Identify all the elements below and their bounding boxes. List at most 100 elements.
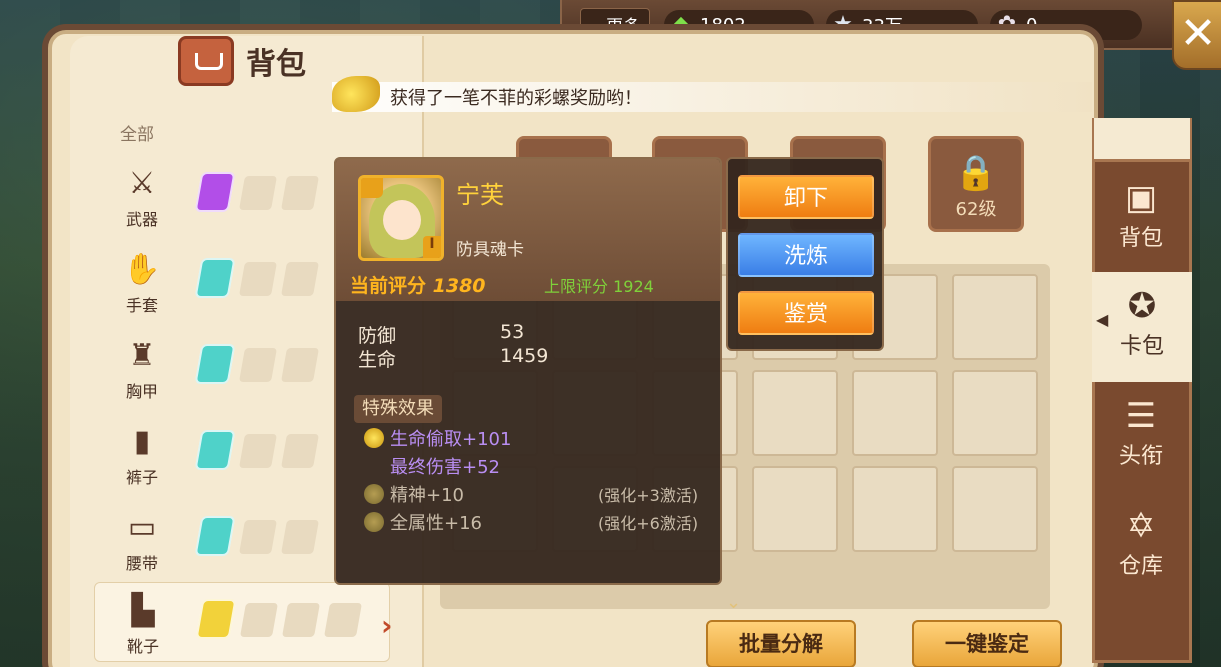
- empty-slot: [281, 262, 319, 296]
- empty-slot: [239, 262, 277, 296]
- bag-icon: [178, 36, 234, 86]
- chevron-down-icon: ⌄: [726, 592, 742, 613]
- card-portrait: I: [358, 175, 444, 261]
- effect-text: 最终伤害+52: [390, 457, 500, 478]
- effect-note: (强化+6激活): [598, 514, 699, 533]
- card-name: 宁芙: [456, 181, 504, 209]
- grid-cell[interactable]: [952, 274, 1038, 360]
- unequip-button[interactable]: 卸下: [738, 175, 874, 219]
- category-label: 胸甲: [125, 382, 158, 401]
- identify-all-button[interactable]: 一键鉴定: [912, 620, 1062, 667]
- special-effect-header: 特殊效果: [354, 395, 442, 423]
- empty-slot: [239, 520, 277, 554]
- stat-value: 1459: [500, 345, 549, 367]
- portrait-face: [383, 200, 421, 240]
- notice-text: 获得了一笔不菲的彩螺奖励哟！: [390, 88, 642, 109]
- current-score-value: 1380: [432, 275, 486, 297]
- empty-slot: [282, 603, 320, 637]
- grid-cell[interactable]: [952, 466, 1038, 552]
- stat-label: 生命: [358, 349, 397, 371]
- tab-title[interactable]: ☰ 头衔: [1094, 382, 1188, 492]
- grid-cell[interactable]: [752, 466, 838, 552]
- empty-slot: [281, 434, 319, 468]
- caret-left-icon: ◀: [1096, 310, 1109, 329]
- side-tab-cap: [1094, 118, 1190, 162]
- horn-icon: [332, 76, 380, 112]
- category-label: 裤子: [125, 468, 158, 487]
- gem-yellow-icon[interactable]: [195, 599, 237, 639]
- category-label: 靴子: [126, 637, 159, 656]
- locked-level: 62级: [955, 199, 997, 220]
- grid-cell[interactable]: [752, 370, 838, 456]
- glove-icon: ✋: [123, 252, 161, 287]
- empty-slot: [281, 520, 319, 554]
- stat-value: 53: [500, 321, 525, 343]
- close-button[interactable]: ✕: [1172, 0, 1221, 70]
- batch-decompose-button[interactable]: 批量分解: [706, 620, 856, 667]
- pants-icon: ▮: [133, 424, 151, 459]
- locked-slot[interactable]: 🔒 62级: [928, 136, 1024, 232]
- effect-text: 精神+10: [390, 485, 464, 506]
- effect-line: 精神+10 (强化+3激活): [364, 481, 724, 507]
- warehouse-star-icon: ✡: [1126, 506, 1156, 546]
- gem-teal-icon[interactable]: [194, 344, 236, 384]
- empty-slot: [281, 348, 319, 382]
- gold-coin-icon: [364, 428, 384, 448]
- bag-icon: ▣: [1124, 178, 1158, 218]
- effect-line: 全属性+16 (强化+6激活): [364, 509, 724, 535]
- category-label: 手套: [125, 296, 158, 315]
- chest-armor-icon: ♜: [128, 338, 156, 373]
- effect-text: 全属性+16: [390, 513, 482, 534]
- refine-button[interactable]: 洗炼: [738, 233, 874, 277]
- action-menu: 卸下 洗炼 鉴赏: [726, 157, 884, 351]
- tab-label: 仓库: [1118, 554, 1163, 579]
- stat-label: 防御: [358, 325, 397, 347]
- sword-icon: ⚔: [128, 166, 156, 201]
- card-type-badge-icon: [361, 178, 383, 198]
- gem-purple-icon[interactable]: [194, 172, 236, 212]
- tab-label: 背包: [1118, 226, 1163, 251]
- title-scroll-icon: ☰: [1125, 396, 1157, 436]
- empty-slot: [281, 176, 319, 210]
- tab-label: 头衔: [1118, 444, 1163, 469]
- card-tooltip: I 宁芙 防具魂卡 当前评分 1380 上限评分 1924 防御 53 生命 1…: [334, 157, 722, 585]
- max-score: 上限评分 1924: [544, 273, 654, 297]
- grid-cell[interactable]: [852, 466, 938, 552]
- card-type: 防具魂卡: [456, 240, 524, 260]
- tab-label: 卡包: [1119, 334, 1164, 359]
- appraise-button[interactable]: 鉴赏: [738, 291, 874, 335]
- gem-teal-icon[interactable]: [194, 430, 236, 470]
- rank-icon: I: [423, 236, 441, 258]
- empty-slot: [239, 348, 277, 382]
- category-label: 武器: [125, 210, 158, 229]
- inactive-coin-icon: [364, 484, 384, 504]
- close-icon: ✕: [1179, 8, 1217, 59]
- effect-spacer: [364, 456, 384, 476]
- gem-teal-icon[interactable]: [194, 516, 236, 556]
- category-all[interactable]: 全部: [120, 120, 154, 145]
- category-label: 腰带: [125, 554, 158, 573]
- current-score-label: 当前评分: [350, 275, 427, 297]
- empty-slot: [239, 176, 277, 210]
- effect-line: 最终伤害+52: [364, 453, 500, 479]
- max-score-label: 上限评分: [544, 277, 609, 296]
- current-score: 当前评分 1380: [350, 271, 486, 298]
- notice-bar: 获得了一笔不菲的彩螺奖励哟！: [332, 76, 1092, 112]
- boot-icon: ▙: [131, 593, 155, 628]
- empty-slot: [240, 603, 278, 637]
- effect-text: 生命偷取+101: [390, 429, 512, 450]
- empty-slot: [239, 434, 277, 468]
- grid-cell[interactable]: [852, 370, 938, 456]
- chevron-right-icon[interactable]: ›: [381, 609, 393, 642]
- gem-teal-icon[interactable]: [194, 258, 236, 298]
- grid-cell[interactable]: [952, 370, 1038, 456]
- category-boots[interactable]: ▙ 靴子 ›: [94, 582, 393, 662]
- max-score-value: 1924: [613, 277, 654, 296]
- panel-title: 背包: [246, 47, 306, 82]
- belt-icon: ▭: [127, 510, 157, 545]
- tab-warehouse[interactable]: ✡ 仓库: [1094, 492, 1188, 602]
- lock-icon: 🔒: [954, 153, 998, 193]
- tab-bag[interactable]: ▣ 背包: [1094, 164, 1188, 274]
- empty-slot: [324, 603, 362, 637]
- effect-line: 生命偷取+101: [364, 425, 511, 451]
